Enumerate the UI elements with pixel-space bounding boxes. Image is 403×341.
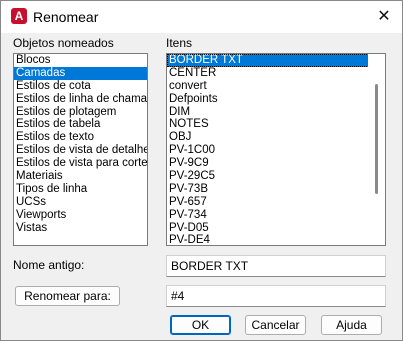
list-item[interactable]: BORDER TXT: [167, 54, 385, 67]
old-name-label: Nome antigo:: [13, 258, 85, 272]
list-item[interactable]: PV-1C00: [167, 144, 385, 157]
list-item[interactable]: Materiais: [14, 170, 147, 183]
named-objects-listbox[interactable]: Blocos Camadas Estilos de cota Estilos de l…: [13, 53, 148, 246]
items-scrollbar[interactable]: [368, 54, 385, 245]
scrollbar-thumb[interactable]: [375, 84, 378, 194]
list-item[interactable]: Defpoints: [167, 93, 385, 106]
rename-to-button[interactable]: Renomear para:: [15, 286, 120, 306]
list-item[interactable]: PV-73B: [167, 183, 385, 196]
list-item[interactable]: PV-DE4: [167, 234, 385, 245]
list-item[interactable]: Estilos de texto: [14, 131, 147, 144]
help-button[interactable]: Ajuda: [321, 315, 382, 335]
named-objects-label: Objetos nomeados: [13, 36, 114, 50]
autocad-app-icon: A: [11, 8, 27, 24]
list-item[interactable]: PV-D05: [167, 222, 385, 235]
list-item[interactable]: Estilos de plotagem: [14, 106, 147, 119]
list-item[interactable]: Tipos de linha: [14, 183, 147, 196]
title-bar: A Renomear ✕: [1, 1, 402, 33]
items-label: Itens: [166, 36, 193, 50]
list-item[interactable]: Estilos de linha de chamada: [14, 93, 147, 106]
list-item[interactable]: DIM: [167, 106, 385, 119]
list-item[interactable]: OBJ: [167, 131, 385, 144]
list-item[interactable]: Estilos de cota: [14, 80, 147, 93]
list-item[interactable]: convert: [167, 80, 385, 93]
list-item[interactable]: Viewports: [14, 209, 147, 222]
list-item[interactable]: Estilos de tabela: [14, 118, 147, 131]
old-name-field: BORDER TXT: [166, 255, 386, 277]
rename-to-field[interactable]: #4: [166, 285, 386, 307]
list-item[interactable]: PV-29C5: [167, 170, 385, 183]
list-item[interactable]: PV-734: [167, 209, 385, 222]
list-item[interactable]: CENTER: [167, 67, 385, 80]
list-item[interactable]: Estilos de vista para corte: [14, 157, 147, 170]
list-item[interactable]: Blocos: [14, 54, 147, 67]
list-item[interactable]: Estilos de vista de detalhe: [14, 144, 147, 157]
list-item[interactable]: PV-657: [167, 196, 385, 209]
window-title: Renomear: [33, 9, 99, 25]
list-item[interactable]: Camadas: [14, 66, 147, 80]
list-item[interactable]: PV-9C9: [167, 157, 385, 170]
cancel-button[interactable]: Cancelar: [245, 315, 306, 335]
list-item[interactable]: Vistas: [14, 222, 147, 235]
list-item[interactable]: UCSs: [14, 196, 147, 209]
items-listbox[interactable]: BORDER TXT CENTER convert Defpoints DIM NOTES…: [166, 53, 386, 246]
ok-button[interactable]: OK: [170, 315, 231, 335]
rename-dialog: A Renomear ✕ Objetos nomeados Blocos Cama…: [0, 0, 403, 341]
close-icon[interactable]: ✕: [370, 3, 398, 31]
list-item[interactable]: NOTES: [167, 118, 385, 131]
